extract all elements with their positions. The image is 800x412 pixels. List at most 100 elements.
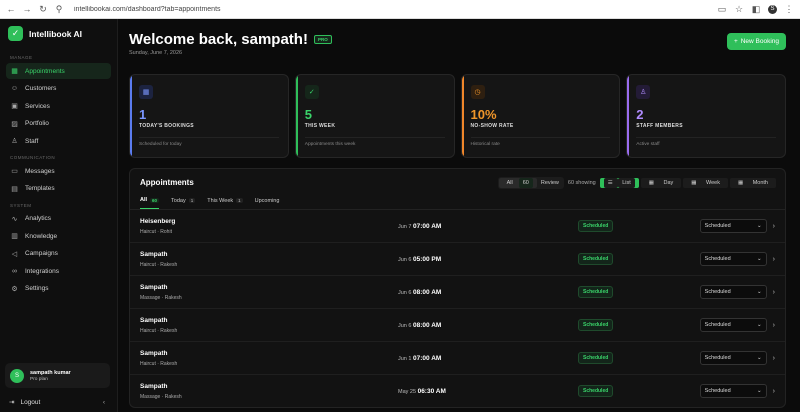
status-select-value: Scheduled (704, 223, 731, 229)
stat-subtitle: Active staff (636, 137, 776, 147)
sidebar-item-appointments[interactable]: ▦ Appointments (6, 63, 111, 79)
menu-icon[interactable]: ⋮ (784, 4, 794, 15)
sidebar-item-label: Settings (25, 285, 49, 292)
site-settings-icon[interactable]: ⚲ (54, 4, 64, 15)
view-list-button[interactable]: ☰ List (599, 177, 639, 188)
status-select[interactable]: Scheduled ⌄ (699, 351, 767, 365)
sidebar-item-portfolio[interactable]: ▨ Portfolio (6, 116, 111, 132)
view-week-button[interactable]: ▦ Week (683, 177, 728, 188)
filter-all-count: 60 (518, 177, 533, 188)
view-day-button[interactable]: ▦ Day (640, 177, 682, 188)
appointment-datetime: Jun 6 05:00 PM (398, 256, 578, 263)
user-icon: ♙ (636, 85, 651, 99)
sidebar-item-staff[interactable]: ♙ Staff (6, 133, 111, 149)
table-row[interactable]: Sampath Haircut · Rakesh Jun 1 07:00 AM Sch… (130, 342, 785, 375)
sidebar-item-knowledge[interactable]: ▥ Knowledge (6, 228, 111, 244)
logout-button[interactable]: ⇥ Logout ‹ (9, 398, 105, 407)
nav-section-label: MANAGE (10, 55, 33, 60)
back-icon[interactable]: ← (6, 4, 16, 14)
filter-all[interactable]: All 60 (498, 177, 537, 188)
reload-icon[interactable]: ↻ (38, 4, 48, 15)
new-booking-label: New Booking (740, 38, 780, 45)
chevron-right-icon[interactable]: › (773, 223, 775, 230)
sidebar: ✓ Intellibook AI MANAGE ▦ Appointments ☺ Cus… (0, 19, 118, 412)
user-name: sampath kumar (30, 369, 71, 376)
forward-icon[interactable]: → (22, 4, 32, 14)
plus-icon: + (733, 38, 738, 45)
appointment-time: 08:00 AM (413, 321, 442, 329)
sidebar-item-label: Portfolio (25, 120, 49, 127)
star-icon[interactable]: ☆ (734, 4, 744, 15)
sidebar-item-label: Analytics (25, 215, 52, 222)
customer-name: Heisenberg (140, 217, 176, 225)
main-content: Welcome back, sampath! PRO Sunday, June … (118, 19, 800, 412)
collapse-sidebar-icon[interactable]: ‹ (103, 399, 105, 406)
brand[interactable]: ✓ Intellibook AI (6, 26, 111, 41)
logout-icon: ⇥ (9, 399, 15, 406)
table-row[interactable]: Sampath Haircut · Rakesh Jun 6 05:00 PM Sch… (130, 243, 785, 276)
status-badge: Scheduled (578, 220, 614, 232)
stat-card: ▦ 1 TODAY'S BOOKINGS Scheduled for today (129, 74, 289, 158)
tab-today[interactable]: Today 1 (171, 197, 196, 209)
stat-label: STAFF MEMBERS (636, 123, 683, 129)
calendar-icon: ▦ (11, 68, 18, 75)
view-month-button[interactable]: ▦ Month (729, 177, 776, 188)
status-select[interactable]: Scheduled ⌄ (699, 318, 767, 332)
chevron-right-icon[interactable]: › (773, 355, 775, 362)
service-staff: Massage · Rakesh (140, 294, 182, 301)
sidebar-item-label: Appointments (25, 67, 65, 75)
stat-label: TODAY'S BOOKINGS (139, 123, 194, 129)
plan-badge: PRO (313, 35, 332, 44)
cast-icon[interactable]: ▭ (717, 4, 727, 15)
stat-card: ◷ 10% NO-SHOW RATE Historical rate (460, 74, 621, 158)
clock-icon: ◷ (470, 85, 485, 99)
table-row[interactable]: Sampath Haircut · Rakesh Jun 6 08:00 AM Sch… (130, 309, 785, 342)
sidebar-item-label: Campaigns (25, 250, 58, 257)
sidebar-item-templates[interactable]: ▤ Templates (6, 181, 111, 197)
customer-name: Sampath (140, 250, 168, 258)
service-staff: Haircut · Rakesh (140, 360, 178, 367)
sidebar-item-settings[interactable]: ⚙ Settings (6, 281, 111, 297)
tab-upcoming[interactable]: Upcoming (255, 197, 280, 209)
nav-group: COMMUNICATION ▭ Messages ▤ Templates (6, 155, 111, 197)
stat-label: THIS WEEK (304, 123, 336, 129)
status-select-value: Scheduled (704, 322, 731, 328)
chevron-down-icon: ⌄ (757, 322, 762, 328)
tab-this-week[interactable]: This Week 1 (207, 197, 243, 209)
status-select[interactable]: Scheduled ⌄ (699, 285, 767, 299)
profile-avatar[interactable]: S (768, 4, 777, 14)
tab-all[interactable]: All 60 (140, 197, 160, 209)
book-icon: ▥ (11, 233, 18, 240)
address-bar[interactable]: intellibookai.com/dashboard?tab=appointm… (74, 6, 711, 13)
template-icon: ▤ (11, 185, 18, 193)
user-card[interactable]: S sampath kumar Pro plan (5, 363, 110, 388)
table-row[interactable]: Heisenberg Haircut · Rohit Jun 7 07:00 AM S… (130, 210, 785, 243)
filter-review[interactable]: Review (537, 178, 563, 188)
chevron-right-icon[interactable]: › (773, 322, 775, 329)
extensions-icon[interactable]: ◧ (751, 4, 761, 15)
brand-name: Intellibook AI (29, 28, 83, 39)
stat-value: 10% (470, 107, 497, 122)
sidebar-item-customers[interactable]: ☺ Customers (6, 81, 111, 97)
status-select-value: Scheduled (704, 355, 731, 361)
sidebar-item-analytics[interactable]: ∿ Analytics (6, 211, 111, 227)
status-select[interactable]: Scheduled ⌄ (699, 219, 767, 233)
chevron-right-icon[interactable]: › (773, 289, 775, 296)
chevron-right-icon[interactable]: › (773, 388, 775, 395)
stat-value: 1 (139, 107, 147, 122)
chevron-right-icon[interactable]: › (773, 256, 775, 263)
chevron-down-icon: ⌄ (757, 355, 762, 361)
tab-label: Today (171, 197, 186, 204)
sidebar-item-messages[interactable]: ▭ Messages (6, 163, 111, 179)
sidebar-item-campaigns[interactable]: ◁ Campaigns (6, 246, 111, 262)
table-row[interactable]: Sampath Massage · Rakesh Jun 6 08:00 AM Sch… (130, 276, 785, 309)
status-select[interactable]: Scheduled ⌄ (699, 252, 767, 266)
status-select[interactable]: Scheduled ⌄ (699, 384, 767, 398)
new-booking-button[interactable]: + New Booking (727, 33, 786, 50)
service-staff: Haircut · Rakesh (140, 261, 178, 268)
tab-label: All (140, 197, 148, 203)
stat-value: 5 (304, 107, 312, 122)
table-row[interactable]: Sampath Massage · Rakesh May 25 06:30 AM Sc… (130, 375, 785, 407)
sidebar-item-integrations[interactable]: ∞ Integrations (6, 263, 111, 279)
sidebar-item-services[interactable]: ▣ Services (6, 98, 111, 114)
